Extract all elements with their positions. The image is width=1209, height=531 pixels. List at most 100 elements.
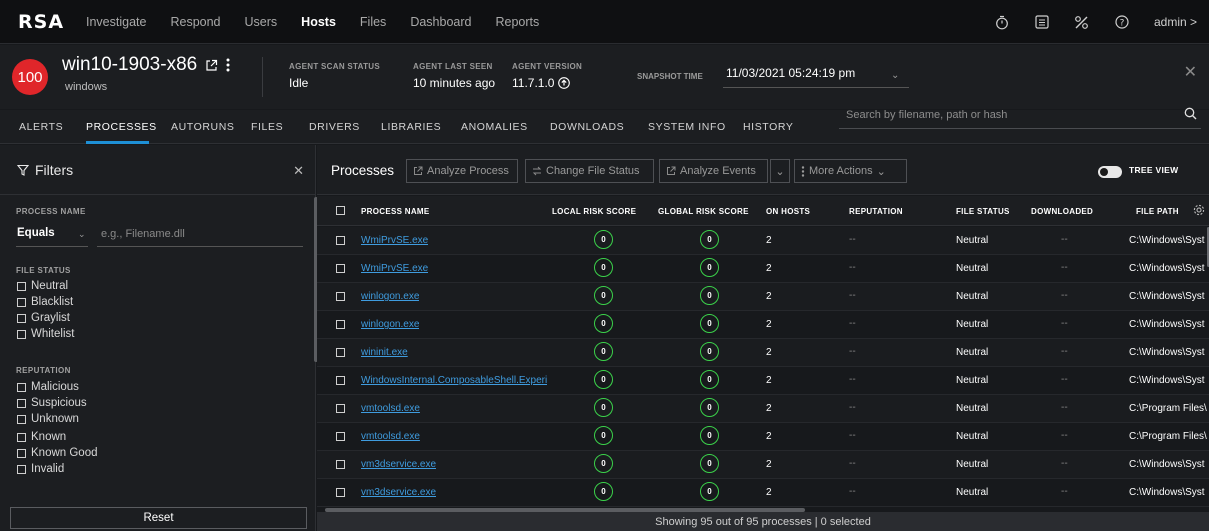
- filter-suspicious-checkbox[interactable]: Suspicious: [17, 397, 87, 409]
- snapshot-time-select[interactable]: 11/03/2021 05:24:19 pm: [726, 66, 855, 80]
- table-row[interactable]: winlogon.exe 0 0 2 -- Neutral -- C:\Windows\Sys…: [317, 283, 1209, 311]
- kebab-menu-icon[interactable]: [226, 58, 230, 72]
- close-filters-icon[interactable]: ✕: [293, 163, 304, 179]
- analyze-events-dropdown[interactable]: ⌄: [770, 159, 790, 183]
- more-actions-button[interactable]: More Actions ⌄: [794, 159, 907, 183]
- nav-users[interactable]: Users: [245, 15, 278, 29]
- col-downloaded[interactable]: DOWNLOADED: [1031, 207, 1093, 216]
- tab-processes[interactable]: PROCESSES: [86, 121, 157, 133]
- row-checkbox[interactable]: [336, 348, 345, 357]
- gear-icon[interactable]: [1193, 204, 1205, 216]
- table-row[interactable]: WmiPrvSE.exe 0 0 2 -- Neutral -- C:\Windows\Sys…: [317, 255, 1209, 283]
- row-checkbox[interactable]: [336, 432, 345, 441]
- col-local-risk-score[interactable]: LOCAL RISK SCORE: [552, 207, 636, 216]
- nav-respond[interactable]: Respond: [170, 15, 220, 29]
- nav-reports[interactable]: Reports: [495, 15, 539, 29]
- process-name-link[interactable]: vm3dservice.exe: [361, 459, 436, 470]
- table-row[interactable]: vm3dservice.exe 0 0 2 -- Neutral -- C:\Windows\…: [317, 451, 1209, 479]
- col-on-hosts[interactable]: ON HOSTS: [766, 207, 810, 216]
- checklist-icon[interactable]: [1034, 14, 1050, 30]
- process-name-link[interactable]: vmtoolsd.exe: [361, 403, 420, 414]
- rsa-logo[interactable]: RSA: [0, 11, 86, 33]
- nav-files[interactable]: Files: [360, 15, 386, 29]
- table-row[interactable]: wininit.exe 0 0 2 -- Neutral -- C:\Windows\Syst: [317, 339, 1209, 367]
- search-input[interactable]: Search by filename, path or hash: [839, 101, 1201, 129]
- filter-known-good-checkbox[interactable]: Known Good: [17, 447, 98, 459]
- operator-select[interactable]: Equals: [17, 227, 55, 239]
- filter-malicious-checkbox[interactable]: Malicious: [17, 381, 79, 393]
- row-checkbox[interactable]: [336, 404, 345, 413]
- col-process-name[interactable]: PROCESS NAME: [361, 207, 430, 216]
- col-file-path[interactable]: FILE PATH: [1136, 207, 1179, 216]
- select-all-checkbox[interactable]: [336, 206, 345, 215]
- tree-view-toggle[interactable]: [1098, 166, 1122, 178]
- chevron-down-icon[interactable]: ⌄: [78, 229, 86, 240]
- tools-icon[interactable]: [1074, 14, 1090, 30]
- process-name-link[interactable]: winlogon.exe: [361, 291, 419, 302]
- row-checkbox[interactable]: [336, 264, 345, 273]
- row-checkbox[interactable]: [336, 236, 345, 245]
- process-name-link[interactable]: WmiPrvSE.exe: [361, 263, 428, 274]
- col-file-status[interactable]: FILE STATUS: [956, 207, 1010, 216]
- table-row[interactable]: vm3dservice.exe 0 0 2 -- Neutral -- C:\Windows\…: [317, 479, 1209, 507]
- process-name-link[interactable]: WmiPrvSE.exe: [361, 235, 428, 246]
- row-checkbox[interactable]: [336, 320, 345, 329]
- process-name-input[interactable]: e.g., Filename.dll: [101, 228, 185, 240]
- file-path-value: C:\Windows\Syst: [1129, 235, 1205, 246]
- row-checkbox[interactable]: [336, 488, 345, 497]
- tab-autoruns[interactable]: AUTORUNS: [171, 121, 235, 133]
- swap-icon: [532, 166, 542, 176]
- table-row[interactable]: vmtoolsd.exe 0 0 2 -- Neutral -- C:\Program Fil…: [317, 423, 1209, 451]
- filter-blacklist-checkbox[interactable]: Blacklist: [17, 296, 73, 308]
- reset-button[interactable]: Reset: [10, 507, 307, 529]
- table-row[interactable]: WmiPrvSE.exe 0 0 2 -- Neutral -- C:\Windows\Sys…: [317, 227, 1209, 255]
- search-icon[interactable]: [1184, 107, 1197, 120]
- process-name-link[interactable]: vm3dservice.exe: [361, 487, 436, 498]
- agent-version-label: AGENT VERSION: [512, 62, 583, 71]
- tab-anomalies[interactable]: ANOMALIES: [461, 121, 528, 133]
- filter-graylist-checkbox[interactable]: Graylist: [17, 312, 70, 324]
- change-file-status-button[interactable]: Change File Status: [525, 159, 654, 183]
- checkbox-label: Invalid: [31, 463, 65, 475]
- process-name-link[interactable]: vmtoolsd.exe: [361, 431, 420, 442]
- tab-files[interactable]: FILES: [251, 121, 283, 133]
- tab-system-info[interactable]: SYSTEM INFO: [648, 121, 726, 133]
- tab-alerts[interactable]: ALERTS: [19, 121, 63, 133]
- nav-dashboard[interactable]: Dashboard: [410, 15, 471, 29]
- row-checkbox[interactable]: [336, 460, 345, 469]
- reputation-value: --: [849, 262, 856, 273]
- downloaded-value: --: [1061, 458, 1068, 469]
- help-icon[interactable]: ?: [1114, 14, 1130, 30]
- tab-history[interactable]: HISTORY: [743, 121, 794, 133]
- filter-unknown-checkbox[interactable]: Unknown: [17, 413, 79, 425]
- col-global-risk-score[interactable]: GLOBAL RISK SCORE: [658, 207, 749, 216]
- col-reputation[interactable]: REPUTATION: [849, 207, 903, 216]
- upgrade-icon[interactable]: [558, 77, 571, 89]
- timer-icon[interactable]: [994, 14, 1010, 30]
- tab-drivers[interactable]: DRIVERS: [309, 121, 360, 133]
- nav-investigate[interactable]: Investigate: [86, 15, 146, 29]
- tab-downloads[interactable]: DOWNLOADS: [550, 121, 624, 133]
- process-name-link[interactable]: WindowsInternal.ComposableShell.Experi..…: [361, 375, 547, 386]
- filter-whitelist-checkbox[interactable]: Whitelist: [17, 328, 74, 340]
- analyze-events-button[interactable]: Analyze Events: [659, 159, 768, 183]
- filter-neutral-checkbox[interactable]: Neutral: [17, 280, 68, 292]
- filter-invalid-checkbox[interactable]: Invalid: [17, 463, 64, 475]
- external-link-icon[interactable]: [205, 59, 218, 72]
- tab-libraries[interactable]: LIBRARIES: [381, 121, 441, 133]
- row-checkbox[interactable]: [336, 376, 345, 385]
- filter-known-checkbox[interactable]: Known: [17, 431, 66, 443]
- analyze-process-button[interactable]: Analyze Process: [406, 159, 518, 183]
- process-name-link[interactable]: wininit.exe: [361, 347, 408, 358]
- row-checkbox[interactable]: [336, 292, 345, 301]
- toggle-knob: [1100, 168, 1108, 176]
- close-icon[interactable]: ✕: [1184, 62, 1197, 82]
- table-row[interactable]: winlogon.exe 0 0 2 -- Neutral -- C:\Windows\Sys…: [317, 311, 1209, 339]
- table-row[interactable]: vmtoolsd.exe 0 0 2 -- Neutral -- C:\Program Fil…: [317, 395, 1209, 423]
- nav-hosts[interactable]: Hosts: [301, 15, 336, 29]
- process-name-link[interactable]: winlogon.exe: [361, 319, 419, 330]
- user-menu[interactable]: admin >: [1154, 15, 1197, 29]
- table-row[interactable]: WindowsInternal.ComposableShell.Experi..…: [317, 367, 1209, 395]
- chevron-down-icon[interactable]: ⌄: [891, 70, 899, 81]
- file-path-value: C:\Windows\Syst: [1129, 347, 1205, 358]
